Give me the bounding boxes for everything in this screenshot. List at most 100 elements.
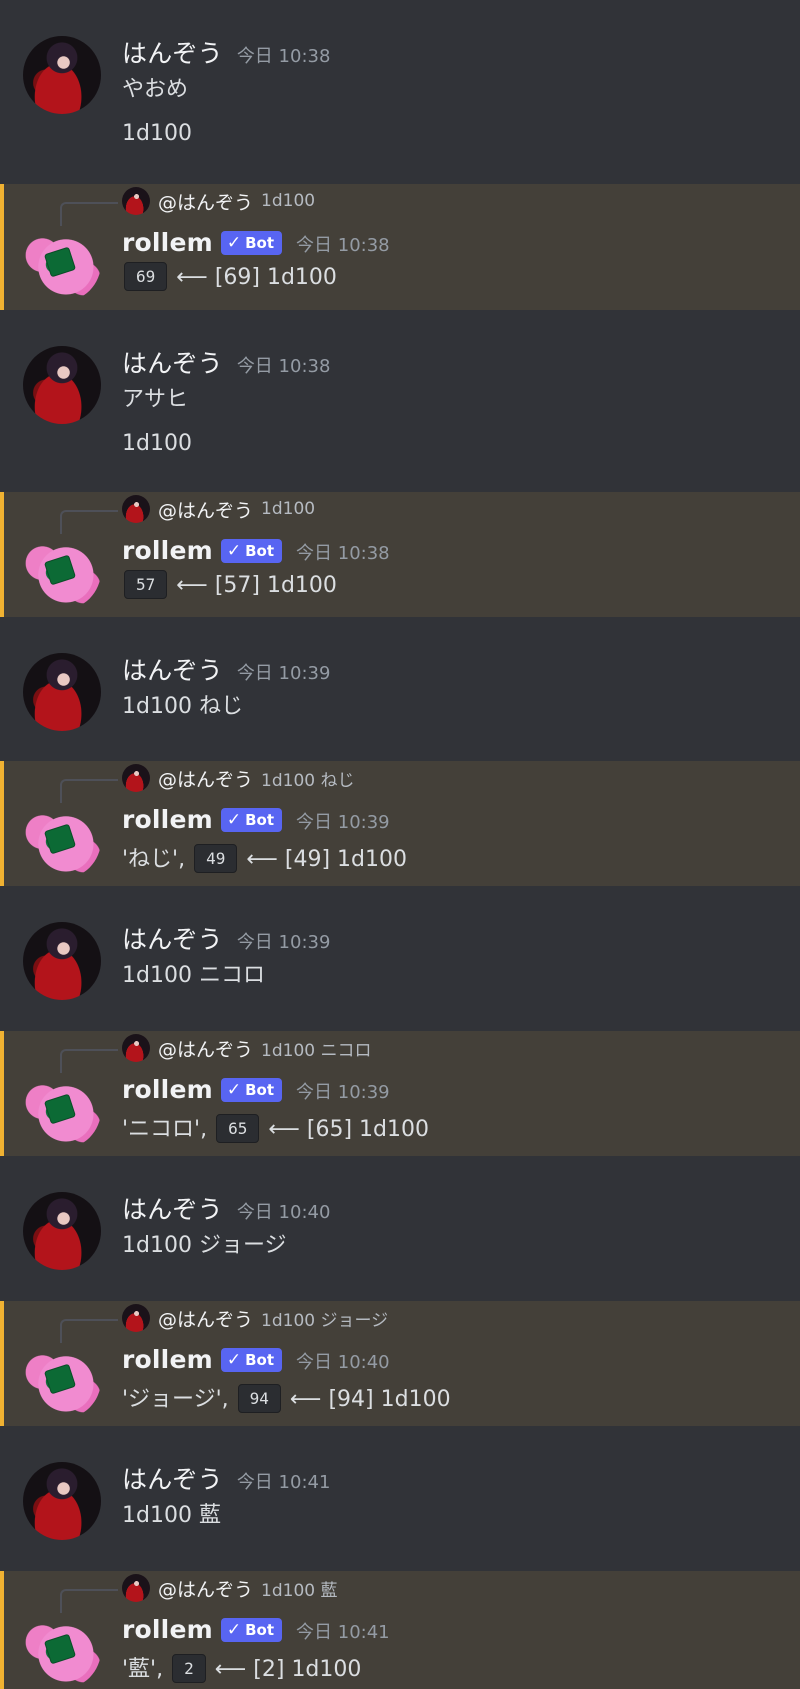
bot-avatar[interactable]: [23, 1611, 101, 1689]
message-header: はんぞう 今日 10:39: [122, 920, 330, 956]
reply-mention[interactable]: @はんぞう: [158, 496, 253, 523]
message-header: rollem ✓ Bot 今日 10:39: [122, 805, 390, 835]
author-name[interactable]: rollem: [122, 1345, 213, 1374]
user-avatar[interactable]: [23, 346, 101, 424]
checkmark-icon: ✓: [226, 233, 242, 253]
roll-detail: [49] 1d100: [284, 847, 408, 872]
message-timestamp[interactable]: 今日 10:38: [296, 231, 390, 257]
author-name[interactable]: はんぞう: [122, 1190, 223, 1226]
bot-avatar[interactable]: [23, 532, 101, 610]
user-avatar[interactable]: [23, 36, 101, 114]
author-name[interactable]: rollem: [122, 1075, 213, 1104]
message-header: rollem ✓ Bot 今日 10:41: [122, 1615, 390, 1645]
bot-badge: ✓ Bot: [220, 539, 283, 563]
author-name[interactable]: rollem: [122, 536, 213, 565]
message-timestamp[interactable]: 今日 10:39: [296, 1078, 390, 1104]
bot-message: @はんぞう 1d100 藍 rollem ✓ Bot 今日 10:41 '藍', 2 ⟵ […: [0, 1571, 800, 1689]
author-name[interactable]: はんぞう: [122, 344, 223, 380]
bot-message: @はんぞう 1d100 rollem ✓ Bot 今日 10:38 69 ⟵ [69] 1d…: [0, 184, 800, 310]
message-timestamp[interactable]: 今日 10:39: [237, 659, 331, 685]
author-name[interactable]: はんぞう: [122, 920, 223, 956]
message-header: rollem ✓ Bot 今日 10:38: [122, 536, 390, 566]
bot-avatar[interactable]: [23, 801, 101, 879]
arrow-icon: ⟵: [176, 265, 208, 290]
bot-avatar[interactable]: [23, 1341, 101, 1419]
bot-avatar[interactable]: [23, 1071, 101, 1149]
reply-reference[interactable]: @はんぞう 1d100 ねじ: [122, 764, 354, 792]
message-timestamp[interactable]: 今日 10:40: [237, 1198, 331, 1224]
bot-message: @はんぞう 1d100 ねじ rollem ✓ Bot 今日 10:39 'ねじ', 49 …: [0, 761, 800, 886]
message-timestamp[interactable]: 今日 10:38: [296, 539, 390, 565]
reply-spine: [60, 510, 118, 534]
roll-result-line: 'ジョージ', 94 ⟵ [94] 1d100: [122, 1381, 451, 1415]
dice-icon: [43, 823, 77, 855]
roll-detail: [2] 1d100: [253, 1657, 362, 1682]
message-text: 1d100 ねじ: [122, 694, 243, 719]
message-header: はんぞう 今日 10:39: [122, 651, 330, 687]
reply-preview-text[interactable]: 1d100: [261, 191, 315, 211]
dice-icon: [43, 1363, 77, 1395]
user-message: はんぞう 今日 10:38 やおめ 1d100: [0, 0, 800, 184]
message-text: 1d100 ジョージ: [122, 1233, 287, 1258]
message-timestamp[interactable]: 今日 10:39: [296, 808, 390, 834]
bot-badge-label: Bot: [245, 1621, 275, 1639]
reply-mention[interactable]: @はんぞう: [158, 1305, 253, 1332]
reply-preview-text[interactable]: 1d100 藍: [261, 1576, 337, 1601]
reply-preview-text[interactable]: 1d100: [261, 499, 315, 519]
reply-mention[interactable]: @はんぞう: [158, 1575, 253, 1602]
checkmark-icon: ✓: [226, 541, 242, 561]
message-timestamp[interactable]: 今日 10:38: [237, 42, 331, 68]
message-timestamp[interactable]: 今日 10:41: [296, 1618, 390, 1644]
user-avatar[interactable]: [23, 1192, 101, 1270]
roll-result-line: 'ニコロ', 65 ⟵ [65] 1d100: [122, 1111, 429, 1145]
roll-result-line: 69 ⟵ [69] 1d100: [122, 262, 337, 293]
dice-icon: [43, 1093, 77, 1125]
author-name[interactable]: はんぞう: [122, 1460, 223, 1496]
roll-result-line: 'ねじ', 49 ⟵ [49] 1d100: [122, 841, 407, 875]
reply-avatar: [122, 1034, 150, 1062]
bot-avatar[interactable]: [23, 224, 101, 302]
reply-preview-text[interactable]: 1d100 ニコロ: [261, 1036, 371, 1061]
message-timestamp[interactable]: 今日 10:41: [237, 1468, 331, 1494]
author-name[interactable]: rollem: [122, 1615, 213, 1644]
reply-mention[interactable]: @はんぞう: [158, 765, 253, 792]
reply-preview-text[interactable]: 1d100 ねじ: [261, 766, 354, 791]
message-header: rollem ✓ Bot 今日 10:40: [122, 1345, 390, 1375]
message-header: はんぞう 今日 10:40: [122, 1190, 330, 1226]
roll-label: 'ねじ',: [122, 847, 186, 872]
user-avatar[interactable]: [23, 922, 101, 1000]
reply-reference[interactable]: @はんぞう 1d100: [122, 495, 315, 523]
bot-message: @はんぞう 1d100 ニコロ rollem ✓ Bot 今日 10:39 'ニコロ', 6…: [0, 1031, 800, 1156]
roll-total: 65: [216, 1114, 260, 1143]
message-text: アサヒ: [122, 387, 189, 412]
reply-avatar: [122, 1574, 150, 1602]
user-avatar[interactable]: [23, 1462, 101, 1540]
reply-reference[interactable]: @はんぞう 1d100 ニコロ: [122, 1034, 371, 1062]
message-timestamp[interactable]: 今日 10:39: [237, 928, 331, 954]
roll-detail: [65] 1d100: [306, 1117, 430, 1142]
reply-reference[interactable]: @はんぞう 1d100: [122, 187, 315, 215]
author-name[interactable]: はんぞう: [122, 651, 223, 687]
author-name[interactable]: rollem: [122, 805, 213, 834]
arrow-icon: ⟵: [289, 1387, 322, 1412]
reply-mention[interactable]: @はんぞう: [158, 188, 253, 215]
author-name[interactable]: はんぞう: [122, 34, 223, 70]
reply-reference[interactable]: @はんぞう 1d100 藍: [122, 1574, 337, 1602]
author-name[interactable]: rollem: [122, 228, 213, 257]
message-text: 1d100: [122, 431, 192, 456]
bot-badge: ✓ Bot: [220, 1348, 283, 1372]
arrow-icon: ⟵: [176, 573, 208, 598]
user-avatar[interactable]: [23, 653, 101, 731]
bot-badge-label: Bot: [245, 234, 275, 252]
bot-badge: ✓ Bot: [220, 1078, 283, 1102]
message-header: はんぞう 今日 10:41: [122, 1460, 330, 1496]
roll-result-line: '藍', 2 ⟵ [2] 1d100: [122, 1651, 361, 1685]
dice-icon: [43, 1633, 77, 1665]
message-timestamp[interactable]: 今日 10:40: [296, 1348, 390, 1374]
reply-mention[interactable]: @はんぞう: [158, 1035, 253, 1062]
reply-reference[interactable]: @はんぞう 1d100 ジョージ: [122, 1304, 388, 1332]
message-timestamp[interactable]: 今日 10:38: [237, 352, 331, 378]
reply-preview-text[interactable]: 1d100 ジョージ: [261, 1306, 388, 1331]
bot-badge-label: Bot: [245, 542, 275, 560]
roll-result-line: 57 ⟵ [57] 1d100: [122, 570, 337, 601]
